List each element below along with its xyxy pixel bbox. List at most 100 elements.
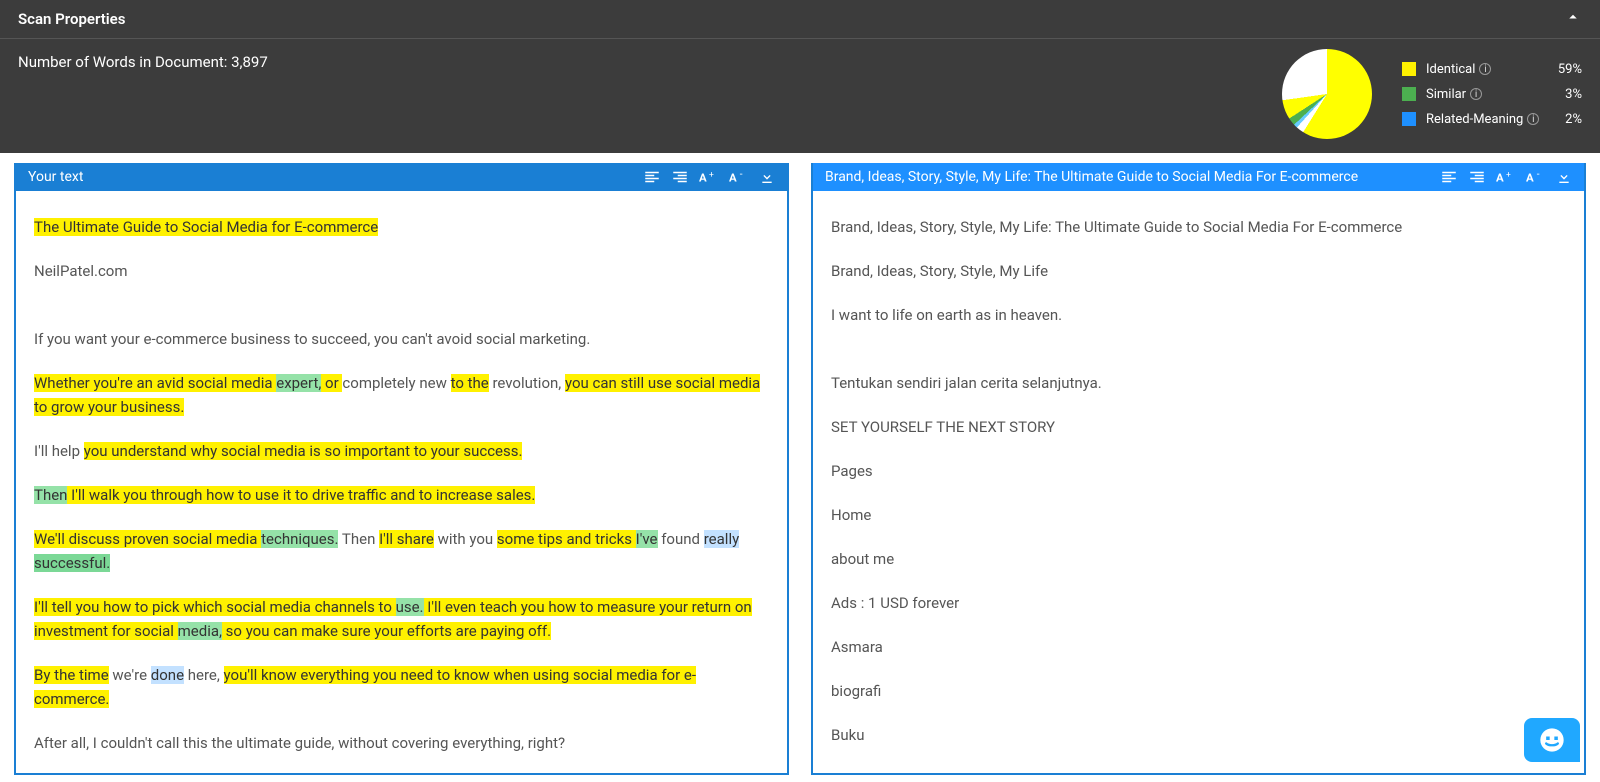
legend-color-box <box>1402 87 1416 101</box>
scan-properties-title: Scan Properties <box>18 10 125 28</box>
text-span: found <box>658 530 704 548</box>
legend-color-box <box>1402 62 1416 76</box>
highlight-i: I'll tell you how to pick which social m… <box>34 598 396 616</box>
svg-text:-: - <box>1537 169 1540 180</box>
highlight-s: expert, <box>276 374 321 392</box>
text-span: with you <box>434 530 497 548</box>
align-right-icon[interactable] <box>671 168 689 186</box>
source-line: Brand, Ideas, Story, Style, My Life: The… <box>831 215 1566 239</box>
highlight-i: By the time <box>34 666 109 684</box>
text-paragraph: After all, I couldn't call this the ulti… <box>34 731 769 755</box>
scan-properties-header: Scan Properties <box>0 0 1600 39</box>
source-line: about me <box>831 547 1566 571</box>
info-icon[interactable]: i <box>1527 113 1539 125</box>
your-text-title: Your text <box>28 169 643 185</box>
source-line: Buku <box>831 723 1566 747</box>
word-count-label: Number of Words in Document: 3,897 <box>18 49 1282 71</box>
source-line: biografi <box>831 679 1566 703</box>
legend-label: Identical i <box>1426 62 1548 77</box>
highlight-i: or <box>321 374 342 392</box>
text-paragraph: By the time we're done here, you'll know… <box>34 663 769 711</box>
text-paragraph: I'll tell you how to pick which social m… <box>34 595 769 643</box>
legend-row: Similar i 3% <box>1402 87 1582 102</box>
your-text-tools: A+ A- <box>643 168 775 186</box>
highlight-i: I'll share <box>379 530 434 548</box>
source-line: Tentukan sendiri jalan cerita selanjutny… <box>831 371 1566 395</box>
svg-text:A: A <box>1496 170 1504 184</box>
legend-row: Related-Meaning i 2% <box>1402 112 1582 127</box>
text-paragraph: NeilPatel.com <box>34 259 769 283</box>
highlight-i: to the <box>451 374 489 392</box>
text-paragraph: I'll help you understand why social medi… <box>34 439 769 463</box>
download-icon[interactable] <box>1556 169 1572 185</box>
your-text-pane: Your text A+ A- The Ultimate Guide to So… <box>14 163 789 775</box>
highlight-s2: successful. <box>34 554 110 572</box>
source-line: Brand, Ideas, Story, Style, My Life <box>831 259 1566 283</box>
highlight-i: some tips and tricks <box>497 530 636 548</box>
text-span: I'll help <box>34 442 84 460</box>
legend-row: Identical i 59% <box>1402 62 1582 77</box>
highlight-s: use. <box>396 598 424 616</box>
svg-text:+: + <box>709 170 714 180</box>
highlight-r: done <box>151 666 184 684</box>
info-icon[interactable]: i <box>1479 63 1491 75</box>
font-decrease-icon[interactable]: A- <box>729 168 749 186</box>
highlight-s: I've <box>636 530 658 548</box>
highlight-s: techniques. <box>261 530 338 548</box>
highlight-i: Whether you're an avid social media <box>34 374 276 392</box>
source-text-body: Brand, Ideas, Story, Style, My Life: The… <box>813 191 1584 773</box>
text-paragraph: We'll discuss proven social media techni… <box>34 527 769 575</box>
scan-properties-panel: Scan Properties Number of Words in Docum… <box>0 0 1600 153</box>
highlight-i: so you can make sure your efforts are pa… <box>222 622 551 640</box>
source-line: I want to life on earth as in heaven. <box>831 303 1566 327</box>
similarity-pie-chart <box>1282 49 1372 139</box>
svg-text:A: A <box>729 170 737 184</box>
collapse-toggle[interactable] <box>1564 8 1582 30</box>
text-span: revolution, <box>489 374 565 392</box>
text-span: completely new <box>342 374 450 392</box>
scan-properties-body: Number of Words in Document: 3,897 Ident… <box>0 39 1600 153</box>
highlight-i: The Ultimate Guide to Social Media for E… <box>34 218 378 236</box>
info-icon[interactable]: i <box>1470 88 1482 100</box>
source-text-title: Brand, Ideas, Story, Style, My Life: The… <box>825 169 1440 185</box>
legend-label: Similar i <box>1426 87 1555 102</box>
align-right-icon[interactable] <box>1468 168 1486 186</box>
legend-color-box <box>1402 112 1416 126</box>
source-line: Pages <box>831 459 1566 483</box>
source-line: Home <box>831 503 1566 527</box>
svg-text:A: A <box>1526 170 1534 184</box>
text-paragraph: The Ultimate Guide to Social Media for E… <box>34 215 769 239</box>
align-left-icon[interactable] <box>643 168 661 186</box>
text-span: NeilPatel.com <box>34 262 128 280</box>
text-paragraph: If you want your e-commerce business to … <box>34 327 769 351</box>
chat-widget[interactable] <box>1524 718 1580 762</box>
legend-value: 59% <box>1558 62 1582 77</box>
comparison-panes: Your text A+ A- The Ultimate Guide to So… <box>0 153 1600 775</box>
highlight-i: you understand why social media is so im… <box>84 442 523 460</box>
text-span: Then <box>338 530 379 548</box>
font-decrease-icon[interactable]: A- <box>1526 168 1546 186</box>
source-line <box>831 347 1566 371</box>
legend-label: Related-Meaning i <box>1426 112 1555 127</box>
source-line: Asmara <box>831 635 1566 659</box>
download-icon[interactable] <box>759 169 775 185</box>
text-paragraph: Whether you're an avid social media expe… <box>34 371 769 419</box>
font-increase-icon[interactable]: A+ <box>699 168 719 186</box>
highlight-i: I'll walk you through how to use it to d… <box>67 486 535 504</box>
svg-text:+: + <box>1506 170 1511 180</box>
text-span: here, <box>184 666 224 684</box>
align-left-icon[interactable] <box>1440 168 1458 186</box>
highlight-s: media, <box>178 622 222 640</box>
legend-value: 3% <box>1565 87 1582 102</box>
scan-properties-stats: Identical i 59%Similar i 3% Related-Meaning… <box>1282 49 1582 139</box>
highlight-s: Then <box>34 486 67 504</box>
font-increase-icon[interactable]: A+ <box>1496 168 1516 186</box>
source-text-header: Brand, Ideas, Story, Style, My Life: The… <box>813 163 1584 191</box>
legend-value: 2% <box>1565 112 1582 127</box>
svg-text:A: A <box>699 170 707 184</box>
text-span: If you want your e-commerce business to … <box>34 330 590 348</box>
text-span: After all, I couldn't call this the ulti… <box>34 734 565 752</box>
text-paragraph <box>34 303 769 327</box>
highlight-r: really <box>704 530 739 548</box>
source-text-tools: A+ A- <box>1440 168 1572 186</box>
